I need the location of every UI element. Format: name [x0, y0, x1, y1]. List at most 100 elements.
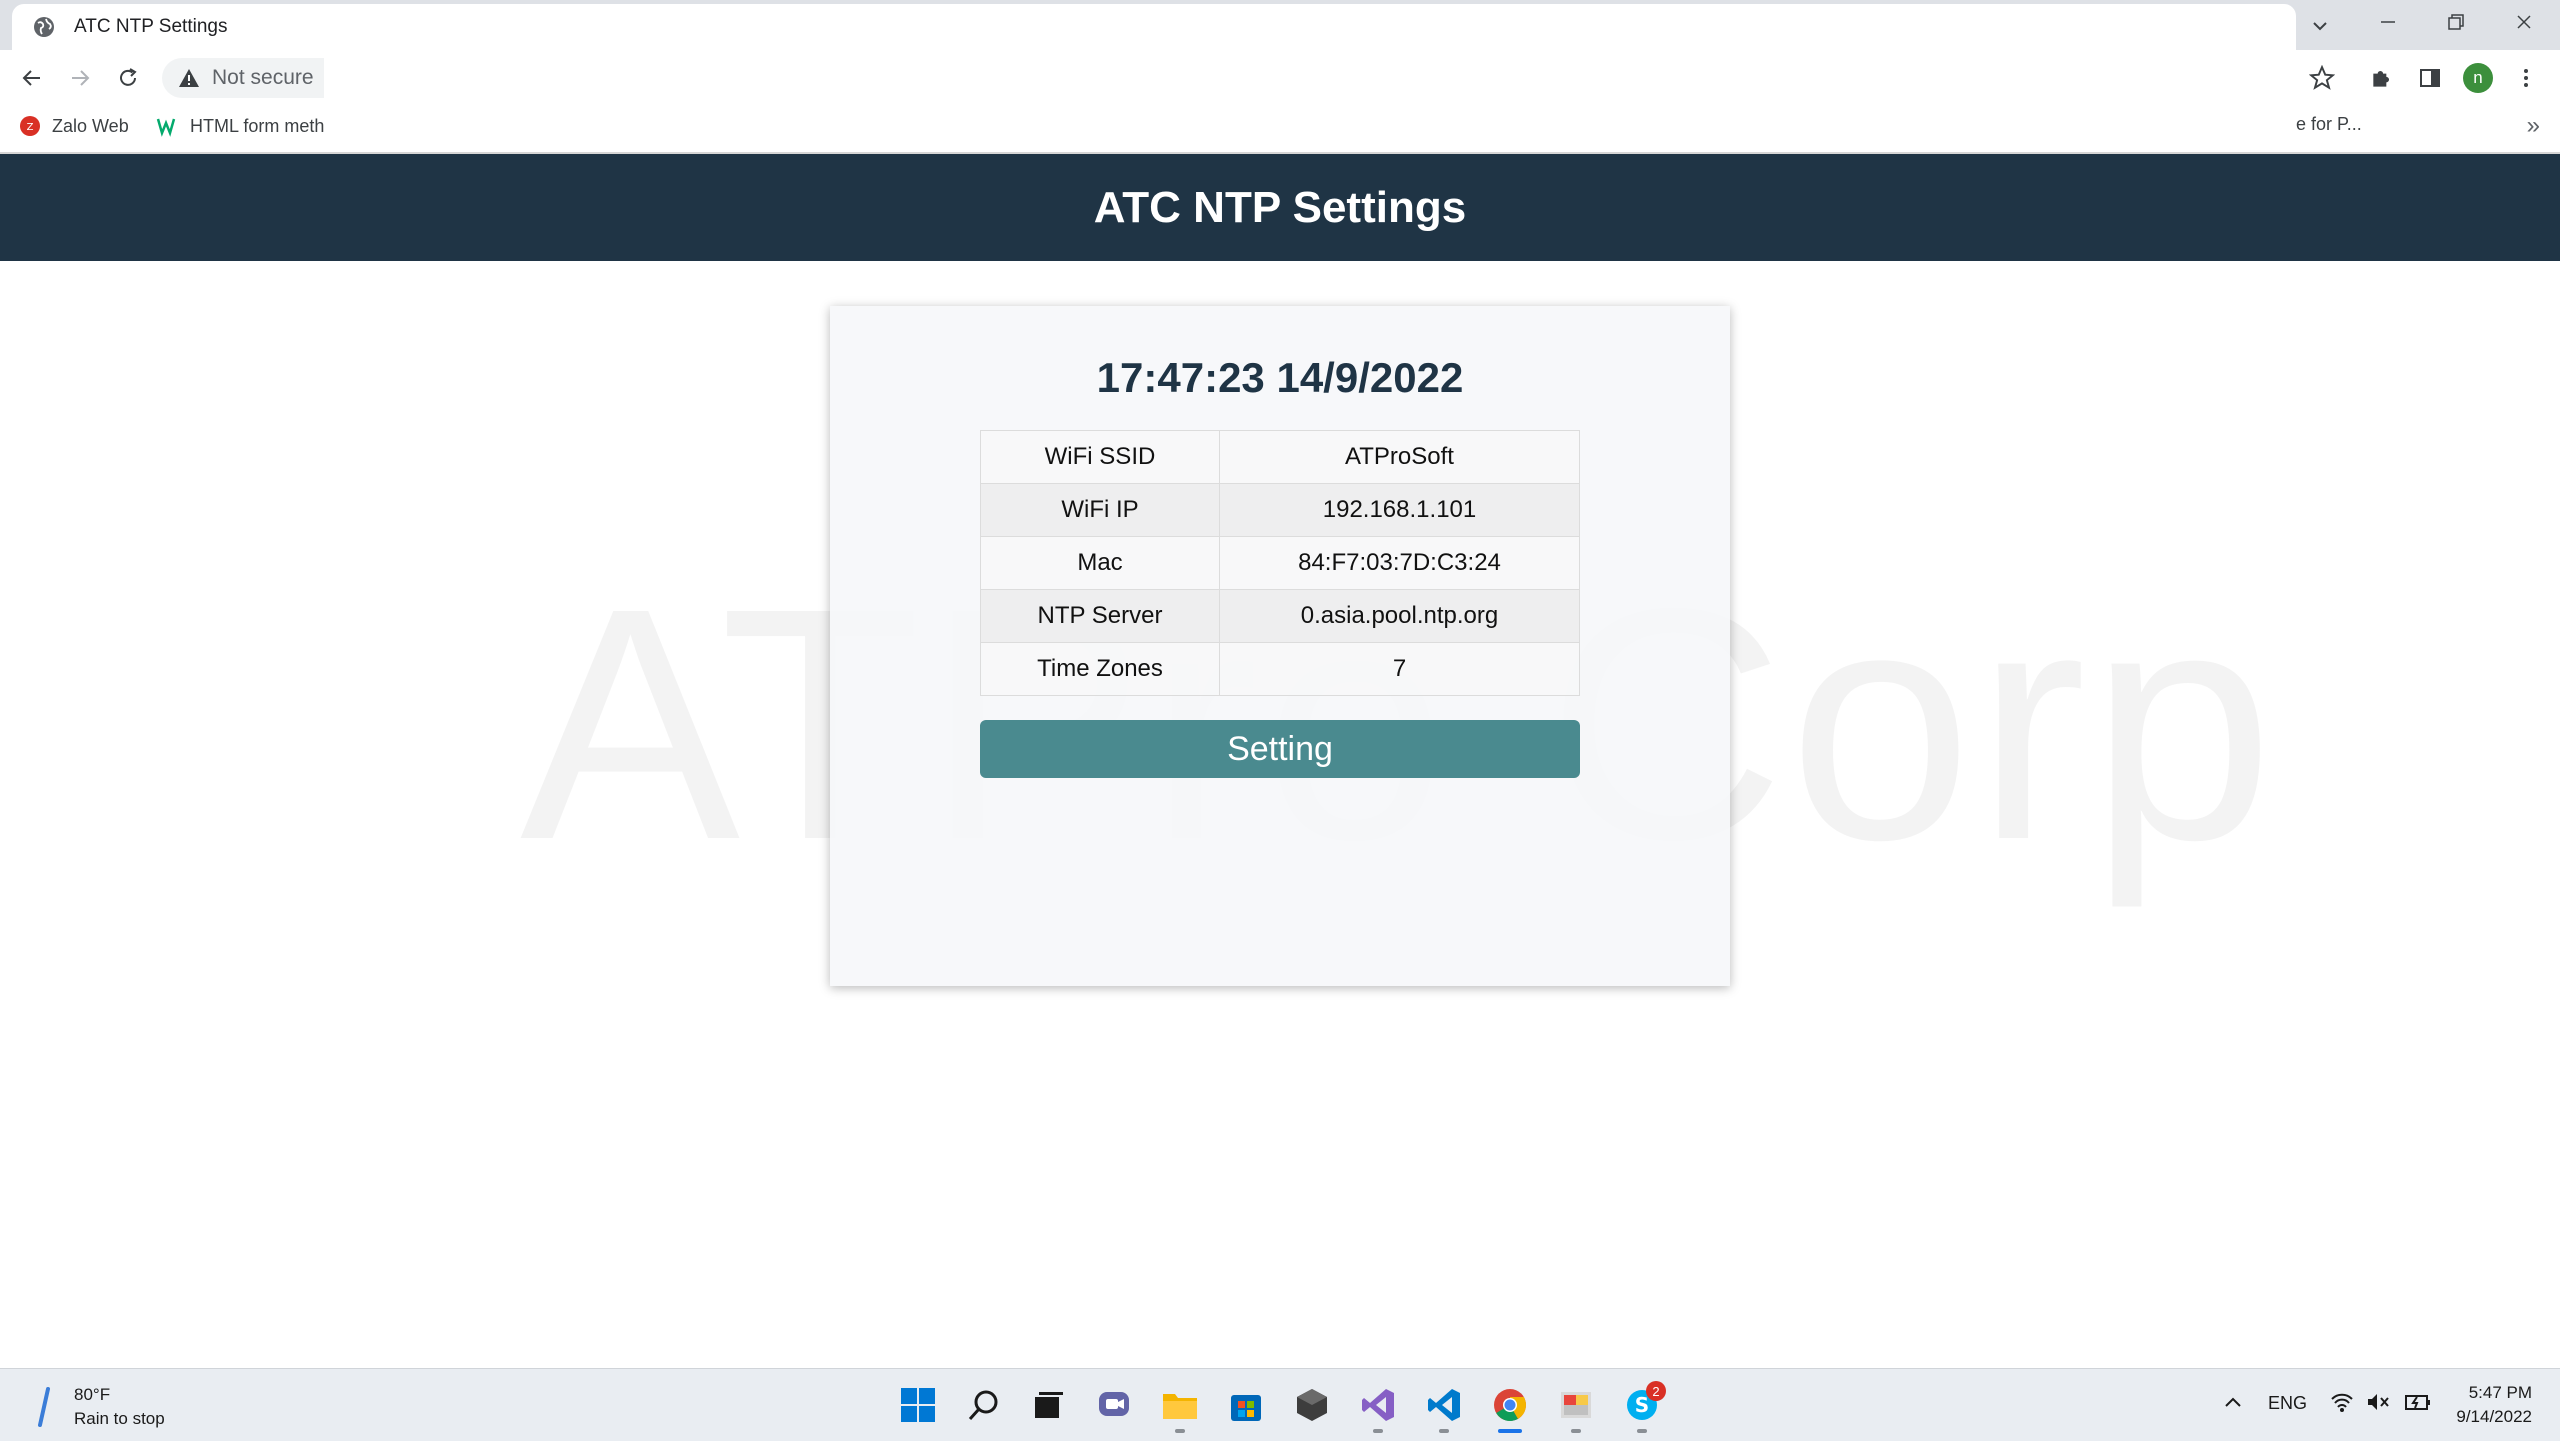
restore-button[interactable]	[2422, 0, 2490, 44]
forward-button[interactable]	[64, 62, 96, 94]
system-clock[interactable]: 5:47 PM 9/14/2022	[2456, 1381, 2532, 1429]
bookmark-label: Zalo Web	[52, 115, 129, 136]
vscode-button[interactable]	[1420, 1381, 1468, 1433]
bookmark-label: HTML form meth	[190, 115, 325, 136]
file-explorer-button[interactable]	[1156, 1381, 1204, 1433]
chat-icon	[1099, 1392, 1129, 1416]
reload-button[interactable]	[112, 62, 144, 94]
arrow-right-icon	[72, 70, 90, 86]
info-table: WiFi SSID ATProSoft WiFi IP 192.168.1.10…	[980, 430, 1580, 696]
table-row: WiFi IP 192.168.1.101	[980, 483, 1580, 537]
cube-icon	[1297, 1389, 1327, 1421]
table-row: Mac 84:F7:03:7D:C3:24	[980, 536, 1580, 590]
unity-button[interactable]	[1288, 1381, 1336, 1429]
paint-app-button[interactable]	[1552, 1381, 1600, 1433]
weather-temperature: 80°F	[74, 1385, 111, 1404]
info-value: 84:F7:03:7D:C3:24	[1219, 536, 1580, 590]
table-row: Time Zones 7	[980, 642, 1580, 696]
info-value: ATProSoft	[1219, 430, 1580, 484]
running-indicator	[1175, 1429, 1185, 1433]
show-hidden-icons-button[interactable]	[2222, 1391, 2244, 1418]
info-key: NTP Server	[980, 589, 1220, 643]
bookmark-html-form[interactable]: HTML form meth	[156, 114, 324, 138]
clock-time: 5:47 PM	[2468, 1383, 2532, 1402]
bookmark-star-button[interactable]	[2306, 62, 2338, 94]
tab-search-button[interactable]	[2300, 6, 2340, 46]
reload-icon	[120, 68, 137, 86]
table-row: NTP Server 0.asia.pool.ntp.org	[980, 589, 1580, 643]
info-value: 192.168.1.101	[1219, 483, 1580, 537]
network-icon[interactable]	[2330, 1391, 2354, 1418]
zalo-icon: Z	[18, 114, 42, 138]
star-icon	[2309, 65, 2335, 90]
teams-chat-button[interactable]	[1090, 1381, 1138, 1429]
puzzle-icon	[2373, 70, 2390, 87]
running-indicator	[1439, 1429, 1449, 1433]
bookmark-partial[interactable]: e for P...	[2296, 114, 2362, 135]
page-content: ATC NTP Settings ATPro Corp 17:47:23 14/…	[0, 154, 2560, 1368]
info-key: Mac	[980, 536, 1220, 590]
battery-icon[interactable]	[2404, 1391, 2432, 1418]
chrome-icon	[1494, 1389, 1526, 1422]
volume-muted-icon[interactable]	[2366, 1391, 2390, 1418]
info-value: 0.asia.pool.ntp.org	[1219, 589, 1580, 643]
weather-description: Rain to stop	[74, 1409, 165, 1428]
avatar: n	[2463, 63, 2493, 93]
taskbar: 80°F Rain to stop S 2 ENG 5:47 PM 9/14/2…	[0, 1368, 2560, 1441]
close-icon	[2517, 15, 2531, 29]
microsoft-store-button[interactable]	[1222, 1381, 1270, 1429]
info-value: 7	[1219, 642, 1580, 696]
chevron-up-icon	[2225, 1397, 2241, 1407]
page-title: ATC NTP Settings	[1093, 182, 1467, 232]
language-indicator[interactable]: ENG	[2268, 1393, 2307, 1414]
bookmark-zalo-web[interactable]: Z Zalo Web	[18, 114, 129, 138]
task-view-button[interactable]	[1024, 1381, 1072, 1429]
chrome-button[interactable]	[1486, 1381, 1534, 1433]
paint-icon	[1561, 1392, 1591, 1418]
back-button[interactable]	[16, 62, 48, 94]
bookmarks-bar: Z Zalo Web HTML form meth e for P... »	[0, 104, 2560, 154]
rain-icon	[38, 1387, 50, 1427]
tab-title: ATC NTP Settings	[74, 16, 228, 37]
start-button[interactable]	[894, 1381, 942, 1429]
security-label: Not secure	[212, 66, 314, 89]
current-datetime: 17:47:23 14/9/2022	[1096, 354, 1464, 401]
info-key: Time Zones	[980, 642, 1220, 696]
browser-toolbar	[0, 50, 2560, 104]
arrow-left-icon	[22, 70, 40, 86]
visual-studio-button[interactable]	[1354, 1381, 1402, 1433]
warning-icon	[179, 69, 199, 87]
windows-icon	[901, 1388, 935, 1422]
extensions-button[interactable]	[2366, 62, 2398, 94]
minimize-button[interactable]	[2354, 0, 2422, 44]
minimize-icon	[2381, 21, 2395, 23]
weather-widget[interactable]: 80°F Rain to stop	[30, 1383, 165, 1431]
info-key: WiFi SSID	[980, 430, 1220, 484]
profile-button[interactable]: n	[2462, 62, 2494, 94]
visual-studio-icon	[1362, 1389, 1394, 1421]
browser-titlebar: ATC NTP Settings	[0, 0, 2560, 50]
running-indicator	[1571, 1429, 1581, 1433]
running-indicator	[1637, 1429, 1647, 1433]
bookmark-label: e for P...	[2296, 114, 2362, 134]
restore-icon	[2448, 14, 2464, 30]
w3schools-icon	[156, 114, 180, 138]
svg-text:Z: Z	[27, 122, 34, 133]
browser-menu-button[interactable]	[2510, 62, 2542, 94]
task-view-icon	[1035, 1392, 1063, 1418]
side-panel-button[interactable]	[2414, 62, 2446, 94]
side-panel-icon	[2420, 69, 2440, 87]
setting-button[interactable]: Setting	[980, 720, 1580, 778]
address-bar[interactable]: Not secure	[162, 58, 324, 98]
taskbar-search-button[interactable]	[960, 1381, 1008, 1429]
browser-tab[interactable]: ATC NTP Settings	[12, 4, 2296, 50]
chevron-down-icon	[2313, 22, 2327, 31]
table-row: WiFi SSID ATProSoft	[980, 430, 1580, 484]
notification-badge: 2	[1646, 1381, 1666, 1401]
vscode-icon	[1428, 1389, 1460, 1421]
skype-button[interactable]: S 2	[1618, 1381, 1666, 1433]
search-icon	[968, 1390, 998, 1421]
active-indicator	[1498, 1429, 1522, 1433]
close-window-button[interactable]	[2490, 0, 2558, 44]
bookmarks-overflow-button[interactable]: »	[2527, 112, 2540, 140]
